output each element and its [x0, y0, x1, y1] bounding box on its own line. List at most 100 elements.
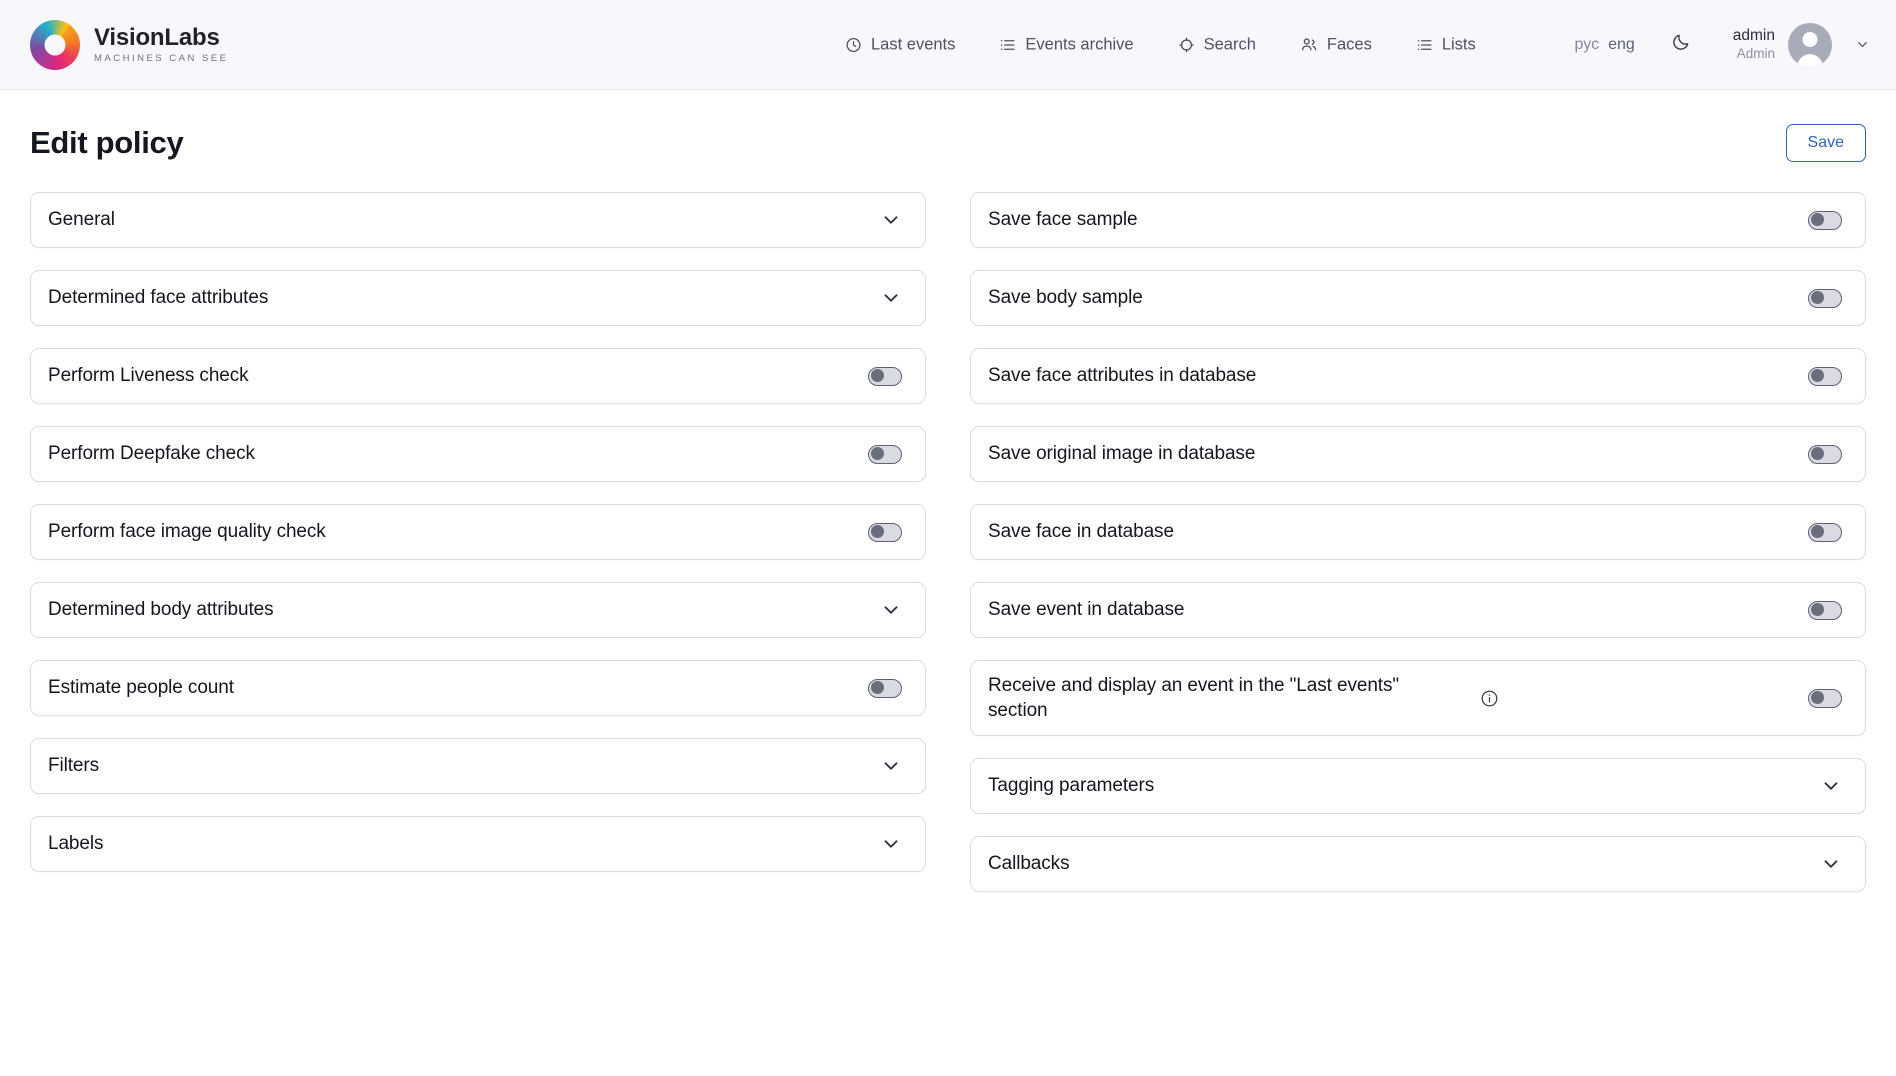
setting-label: Filters — [48, 753, 99, 778]
setting-row-perform-face-image-quality-check[interactable]: Perform face image quality check — [30, 504, 926, 560]
setting-row-save-face-in-database[interactable]: Save face in database — [970, 504, 1866, 560]
setting-label: Estimate people count — [48, 675, 234, 700]
nav-item-search[interactable]: Search — [1178, 35, 1256, 54]
setting-label: Determined body attributes — [48, 597, 274, 622]
setting-row-save-body-sample[interactable]: Save body sample — [970, 270, 1866, 326]
brand-tagline: MACHINES CAN SEE — [94, 53, 229, 64]
user-role: Admin — [1737, 46, 1775, 63]
nav-label: Search — [1204, 35, 1256, 54]
toggle-save-event-in-database[interactable] — [1808, 601, 1842, 620]
setting-row-labels[interactable]: Labels — [30, 816, 926, 872]
nav-item-last-events[interactable]: Last events — [845, 35, 955, 54]
language-option-en[interactable]: eng — [1608, 36, 1635, 54]
toggle-save-face-in-database[interactable] — [1808, 523, 1842, 542]
moon-icon — [1671, 32, 1691, 57]
left-settings-column: General Determined face attributes Perfo… — [30, 192, 926, 914]
brand-logo[interactable]: VisionLabs MACHINES CAN SEE — [30, 20, 229, 70]
setting-label: Save original image in database — [988, 441, 1255, 466]
toggle-save-original-image-in-database[interactable] — [1808, 445, 1842, 464]
chevron-down-icon[interactable] — [880, 287, 902, 309]
setting-row-tagging-parameters[interactable]: Tagging parameters — [970, 758, 1866, 814]
toggle-knob — [871, 447, 884, 460]
right-settings-column: Save face sample Save body sample Save f… — [970, 192, 1866, 914]
setting-label: Save face in database — [988, 519, 1174, 544]
nav-item-events-archive[interactable]: Events archive — [999, 35, 1133, 54]
nav-label: Events archive — [1025, 35, 1133, 54]
nav-label: Last events — [871, 35, 955, 54]
setting-label: Receive and display an event in the "Las… — [988, 673, 1418, 724]
language-switcher[interactable]: рус eng — [1575, 36, 1635, 54]
setting-label: Perform face image quality check — [48, 519, 326, 544]
save-button[interactable]: Save — [1786, 124, 1866, 162]
toggle-knob — [1811, 447, 1824, 460]
setting-row-determined-face-attributes[interactable]: Determined face attributes — [30, 270, 926, 326]
page-title: Edit policy — [30, 125, 183, 161]
setting-row-determined-body-attributes[interactable]: Determined body attributes — [30, 582, 926, 638]
info-icon[interactable] — [1480, 689, 1499, 708]
brand-text: VisionLabs MACHINES CAN SEE — [94, 25, 229, 64]
toggle-knob — [1811, 603, 1824, 616]
setting-row-callbacks[interactable]: Callbacks — [970, 836, 1866, 892]
toggle-perform-deepfake-check[interactable] — [868, 445, 902, 464]
app-header: VisionLabs MACHINES CAN SEE Last events … — [0, 0, 1896, 90]
setting-label: Tagging parameters — [988, 773, 1154, 798]
user-name: admin — [1733, 26, 1775, 45]
list-icon — [999, 36, 1016, 53]
toggle-perform-liveness-check[interactable] — [868, 367, 902, 386]
toggle-save-face-attributes-in-database[interactable] — [1808, 367, 1842, 386]
toggle-knob — [1811, 369, 1824, 382]
toggle-save-body-sample[interactable] — [1808, 289, 1842, 308]
setting-label: Save body sample — [988, 285, 1143, 310]
toggle-knob — [871, 369, 884, 382]
setting-row-perform-deepfake-check[interactable]: Perform Deepfake check — [30, 426, 926, 482]
visionlabs-ring-logo — [30, 20, 80, 70]
setting-row-estimate-people-count[interactable]: Estimate people count — [30, 660, 926, 716]
chevron-down-icon[interactable] — [1820, 853, 1842, 875]
setting-row-perform-liveness-check[interactable]: Perform Liveness check — [30, 348, 926, 404]
people-icon — [1300, 36, 1318, 54]
target-search-icon — [1178, 36, 1195, 53]
language-option-ru[interactable]: рус — [1575, 36, 1600, 54]
setting-row-save-event-in-database[interactable]: Save event in database — [970, 582, 1866, 638]
toggle-perform-face-image-quality-check[interactable] — [868, 523, 902, 542]
clock-icon — [845, 36, 862, 53]
nav-item-lists[interactable]: Lists — [1416, 35, 1476, 54]
user-names: admin Admin — [1733, 26, 1775, 62]
setting-label: Determined face attributes — [48, 285, 268, 310]
toggle-knob — [1811, 291, 1824, 304]
policy-settings-columns: General Determined face attributes Perfo… — [0, 182, 1896, 914]
setting-row-filters[interactable]: Filters — [30, 738, 926, 794]
toggle-knob — [1811, 691, 1824, 704]
setting-label: Save face sample — [988, 207, 1137, 232]
toggle-knob — [871, 681, 884, 694]
main-navigation: Last events Events archive Search — [845, 35, 1476, 54]
setting-label: Perform Liveness check — [48, 363, 249, 388]
chevron-down-icon[interactable] — [880, 833, 902, 855]
toggle-knob — [1811, 213, 1824, 226]
chevron-down-icon[interactable] — [1855, 37, 1870, 52]
setting-row-save-original-image-in-database[interactable]: Save original image in database — [970, 426, 1866, 482]
chevron-down-icon[interactable] — [880, 209, 902, 231]
setting-label: Labels — [48, 831, 103, 856]
chevron-down-icon[interactable] — [880, 755, 902, 777]
toggle-knob — [1811, 525, 1824, 538]
toggle-estimate-people-count[interactable] — [868, 679, 902, 698]
list-icon — [1416, 36, 1433, 53]
setting-label: Perform Deepfake check — [48, 441, 255, 466]
header-right-controls: рус eng admin Admin — [1575, 23, 1870, 67]
setting-row-receive-and-display-event[interactable]: Receive and display an event in the "Las… — [970, 660, 1866, 736]
setting-row-save-face-sample[interactable]: Save face sample — [970, 192, 1866, 248]
nav-item-faces[interactable]: Faces — [1300, 35, 1372, 54]
user-avatar-icon — [1788, 23, 1832, 67]
chevron-down-icon[interactable] — [880, 599, 902, 621]
setting-row-save-face-attributes-in-database[interactable]: Save face attributes in database — [970, 348, 1866, 404]
setting-row-general[interactable]: General — [30, 192, 926, 248]
toggle-save-face-sample[interactable] — [1808, 211, 1842, 230]
chevron-down-icon[interactable] — [1820, 775, 1842, 797]
nav-label: Lists — [1442, 35, 1476, 54]
setting-label: Save event in database — [988, 597, 1184, 622]
page-header: Edit policy Save — [0, 104, 1896, 182]
toggle-receive-and-display-event[interactable] — [1808, 689, 1842, 708]
user-menu[interactable]: admin Admin — [1733, 23, 1870, 67]
theme-toggle-button[interactable] — [1671, 32, 1691, 57]
